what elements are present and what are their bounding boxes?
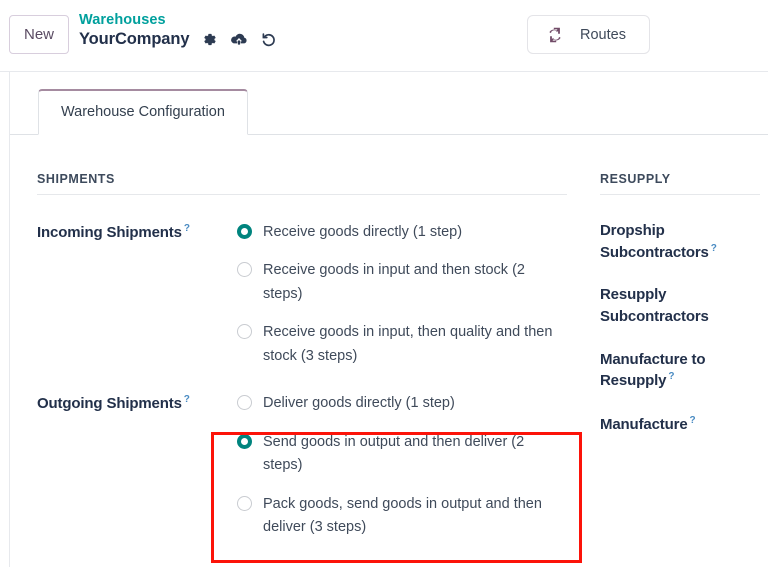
radio-outgoing-1step[interactable]: Deliver goods directly (1 step) — [237, 392, 567, 415]
label-resupply-subcontractors: Resupply Subcontractors — [600, 286, 709, 326]
label-dropship-subcontractors: Dropship Subcontractors — [600, 222, 709, 261]
routes-button[interactable]: Routes — [527, 15, 650, 54]
radio-label: Deliver goods directly (1 step) — [263, 395, 455, 412]
field-resupply-subcontractors[interactable]: Resupply Subcontractors — [600, 285, 760, 327]
breadcrumb: Warehouses YourCompany — [79, 12, 277, 50]
radio-label: Receive goods in input and then stock (2… — [263, 262, 525, 302]
radio-label: Receive goods in input, then quality and… — [263, 324, 553, 364]
radio-dot-icon — [237, 495, 252, 511]
radio-dot-icon — [237, 395, 252, 411]
help-icon-dropship-subcontractors[interactable]: ? — [711, 243, 717, 254]
field-manufacture-to-resupply[interactable]: Manufacture to Resupply? — [600, 350, 760, 392]
radio-dot-icon — [237, 433, 252, 449]
label-outgoing-shipments-text: Outgoing Shipments — [37, 395, 182, 413]
radio-dot-icon — [237, 262, 252, 278]
label-incoming-shipments: Incoming Shipments? — [37, 221, 237, 241]
label-incoming-shipments-text: Incoming Shipments — [37, 224, 182, 241]
control-panel: New Warehouses YourCompany Routes — [0, 0, 768, 72]
resupply-list: Dropship Subcontractors? Resupply Subcon… — [600, 221, 760, 436]
group-title-shipments: SHIPMENTS — [37, 172, 567, 195]
field-outgoing-shipments: Outgoing Shipments? Deliver goods direct… — [37, 392, 567, 539]
radio-group-outgoing-shipments: Deliver goods directly (1 step) Send goo… — [237, 392, 567, 539]
radio-dot-icon — [237, 324, 252, 340]
new-button[interactable]: New — [9, 15, 69, 54]
group-resupply: RESUPPLY Dropship Subcontractors? Resupp… — [600, 172, 760, 436]
radio-label: Receive goods directly (1 step) — [263, 224, 463, 240]
help-icon-outgoing-shipments[interactable]: ? — [184, 394, 190, 405]
radio-label: Pack goods, send goods in output and the… — [263, 495, 542, 536]
form-sheet: Warehouse Configuration SHIPMENTS Incomi… — [9, 72, 768, 567]
radio-incoming-2steps[interactable]: Receive goods in input and then stock (2… — [237, 259, 567, 306]
radio-outgoing-3steps[interactable]: Pack goods, send goods in output and the… — [237, 493, 567, 540]
radio-incoming-3steps[interactable]: Receive goods in input, then quality and… — [237, 321, 567, 368]
breadcrumb-current-record: YourCompany — [79, 30, 190, 49]
radio-outgoing-2steps[interactable]: Send goods in output and then deliver (2… — [237, 431, 567, 478]
label-manufacture: Manufacture — [600, 416, 688, 434]
breadcrumb-item-warehouses[interactable]: Warehouses — [79, 12, 277, 29]
radio-label: Send goods in output and then deliver (2… — [263, 433, 525, 474]
gear-icon[interactable] — [202, 32, 217, 47]
help-icon-manufacture[interactable]: ? — [690, 415, 696, 426]
help-icon-manufacture-to-resupply[interactable]: ? — [668, 371, 674, 382]
help-icon-incoming-shipments[interactable]: ? — [184, 223, 190, 234]
field-manufacture[interactable]: Manufacture? — [600, 414, 760, 436]
undo-icon[interactable] — [261, 32, 277, 48]
field-incoming-shipments: Incoming Shipments? Receive goods direct… — [37, 221, 567, 368]
label-manufacture-to-resupply: Manufacture to Resupply — [600, 350, 706, 390]
notebook-tab-bar: Warehouse Configuration — [10, 89, 768, 135]
tab-warehouse-configuration[interactable]: Warehouse Configuration — [38, 89, 248, 135]
label-outgoing-shipments: Outgoing Shipments? — [37, 392, 237, 412]
field-dropship-subcontractors[interactable]: Dropship Subcontractors? — [600, 221, 760, 263]
radio-group-incoming-shipments: Receive goods directly (1 step) Receive … — [237, 221, 567, 368]
group-title-resupply: RESUPPLY — [600, 172, 760, 195]
radio-dot-icon — [237, 224, 252, 239]
routes-label: Routes — [580, 26, 626, 43]
group-shipments: SHIPMENTS Incoming Shipments? Receive go… — [37, 172, 567, 540]
exchange-refresh-icon — [545, 25, 565, 45]
cloud-upload-icon[interactable] — [230, 32, 248, 47]
breadcrumb-current-row: YourCompany — [79, 30, 277, 49]
radio-incoming-1step[interactable]: Receive goods directly (1 step) — [237, 221, 567, 244]
